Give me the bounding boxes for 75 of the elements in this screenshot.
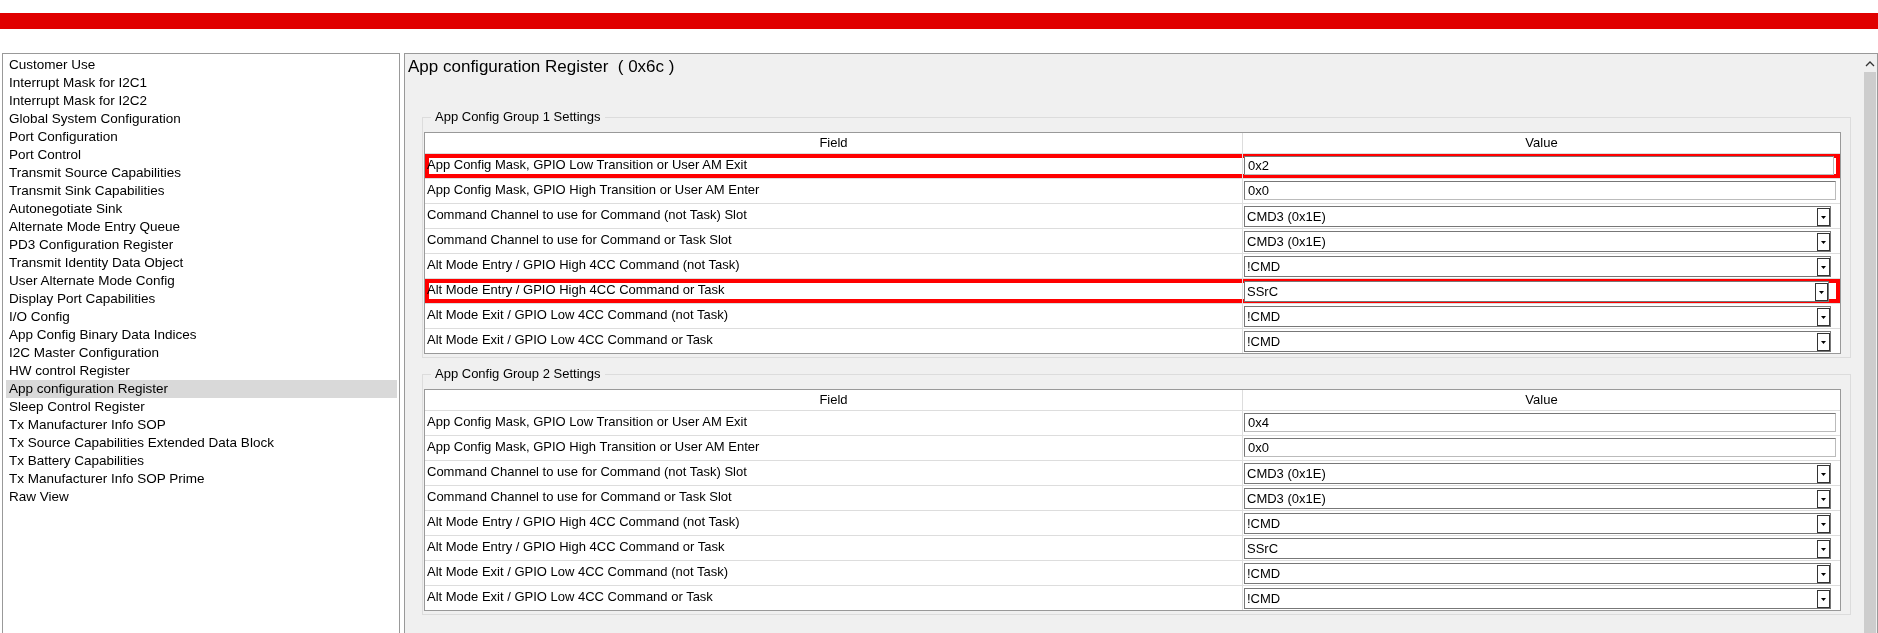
- sidebar-item[interactable]: Sleep Control Register: [6, 398, 397, 416]
- group-title: App Config Group 2 Settings: [431, 366, 605, 381]
- value-dropdown[interactable]: CMD3 (0x1E): [1244, 488, 1831, 509]
- sidebar-item[interactable]: Display Port Capabilities: [6, 290, 397, 308]
- caret-icon: [1815, 282, 1828, 301]
- caret-icon: [1817, 564, 1830, 583]
- sidebar-item[interactable]: Tx Source Capabilities Extended Data Block: [6, 434, 397, 452]
- caret-icon: [1817, 589, 1830, 608]
- sidebar-item[interactable]: I2C Master Configuration: [6, 344, 397, 362]
- caret-icon: [1817, 207, 1830, 226]
- value-field[interactable]: 0x4: [1244, 413, 1836, 432]
- field-cell: Alt Mode Exit / GPIO Low 4CC Command or Task: [425, 329, 1243, 353]
- field-cell: Alt Mode Entry / GPIO High 4CC Command or Task: [425, 536, 1243, 560]
- field-cell: Alt Mode Entry / GPIO High 4CC Command (not Task): [425, 254, 1243, 278]
- sidebar-item[interactable]: Transmit Source Capabilities: [6, 164, 397, 182]
- caret-icon: [1817, 257, 1830, 276]
- caret-icon: [1817, 332, 1830, 351]
- column-header: Field: [425, 133, 1243, 153]
- field-cell: Alt Mode Exit / GPIO Low 4CC Command (not Task): [425, 304, 1243, 328]
- sidebar-item[interactable]: I/O Config: [6, 308, 397, 326]
- value-dropdown[interactable]: SSrC: [1244, 281, 1829, 302]
- value-dropdown[interactable]: !CMD: [1244, 331, 1831, 352]
- field-cell: Command Channel to use for Command or Task Slot: [425, 229, 1243, 253]
- sidebar-item[interactable]: Tx Manufacturer Info SOP Prime: [6, 470, 397, 488]
- sidebar-item[interactable]: Tx Manufacturer Info SOP: [6, 416, 397, 434]
- value-dropdown[interactable]: CMD3 (0x1E): [1244, 463, 1831, 484]
- field-cell: Alt Mode Exit / GPIO Low 4CC Command or Task: [425, 586, 1243, 610]
- field-cell: App Config Mask, GPIO High Transition or User AM Enter: [425, 436, 1243, 460]
- column-header: Field: [425, 390, 1243, 410]
- group-title: App Config Group 1 Settings: [431, 109, 605, 124]
- sidebar-item[interactable]: PD3 Configuration Register: [6, 236, 397, 254]
- value-dropdown[interactable]: !CMD: [1244, 588, 1831, 609]
- value-dropdown[interactable]: !CMD: [1244, 563, 1831, 584]
- value-dropdown[interactable]: CMD3 (0x1E): [1244, 231, 1831, 252]
- column-header: Value: [1524, 134, 1559, 152]
- sidebar-item[interactable]: Tx Battery Capabilities: [6, 452, 397, 470]
- field-cell: Command Channel to use for Command (not Task) Slot: [425, 204, 1243, 228]
- value-dropdown[interactable]: !CMD: [1244, 306, 1831, 327]
- field-cell: Command Channel to use for Command or Task Slot: [425, 486, 1243, 510]
- value-dropdown[interactable]: SSrC: [1244, 538, 1831, 559]
- scroll-up-icon[interactable]: [1865, 60, 1875, 68]
- field-cell: App Config Mask, GPIO Low Transition or User AM Exit: [425, 411, 1243, 435]
- sidebar-item[interactable]: User Alternate Mode Config: [6, 272, 397, 290]
- sidebar-item[interactable]: Transmit Sink Capabilities: [6, 182, 397, 200]
- sidebar-item[interactable]: Port Control: [6, 146, 397, 164]
- field-cell: Alt Mode Exit / GPIO Low 4CC Command (not Task): [425, 561, 1243, 585]
- sidebar-item[interactable]: App configuration Register: [6, 380, 397, 398]
- value-dropdown[interactable]: !CMD: [1244, 513, 1831, 534]
- value-dropdown[interactable]: CMD3 (0x1E): [1244, 206, 1831, 227]
- sidebar-item[interactable]: Interrupt Mask for I2C2: [6, 92, 397, 110]
- caret-icon: [1817, 307, 1830, 326]
- sidebar-item[interactable]: Alternate Mode Entry Queue: [6, 218, 397, 236]
- panel-title: App configuration Register ( 0x6c ): [407, 56, 676, 77]
- field-cell: App Config Mask, GPIO High Transition or User AM Enter: [425, 179, 1243, 203]
- sidebar-item[interactable]: Autonegotiate Sink: [6, 200, 397, 218]
- value-field[interactable]: 0x0: [1244, 438, 1836, 457]
- field-cell: Command Channel to use for Command (not Task) Slot: [425, 461, 1243, 485]
- caret-icon: [1817, 464, 1830, 483]
- sidebar-item[interactable]: HW control Register: [6, 362, 397, 380]
- sidebar-item[interactable]: Transmit Identity Data Object: [6, 254, 397, 272]
- sidebar-item[interactable]: Global System Configuration: [6, 110, 397, 128]
- caret-icon: [1817, 539, 1830, 558]
- value-field[interactable]: 0x2: [1244, 156, 1834, 175]
- value-field[interactable]: 0x0: [1244, 181, 1836, 200]
- value-dropdown[interactable]: !CMD: [1244, 256, 1831, 277]
- caret-icon: [1817, 514, 1830, 533]
- caret-icon: [1817, 232, 1830, 251]
- sidebar-item[interactable]: App Config Binary Data Indices: [6, 326, 397, 344]
- field-cell: Alt Mode Entry / GPIO High 4CC Command (not Task): [425, 511, 1243, 535]
- column-header: Value: [1524, 391, 1559, 409]
- sidebar-item[interactable]: Port Configuration: [6, 128, 397, 146]
- sidebar-item[interactable]: Customer Use: [6, 56, 397, 74]
- sidebar-item[interactable]: Interrupt Mask for I2C1: [6, 74, 397, 92]
- caret-icon: [1817, 489, 1830, 508]
- sidebar-item[interactable]: Raw View: [6, 488, 397, 506]
